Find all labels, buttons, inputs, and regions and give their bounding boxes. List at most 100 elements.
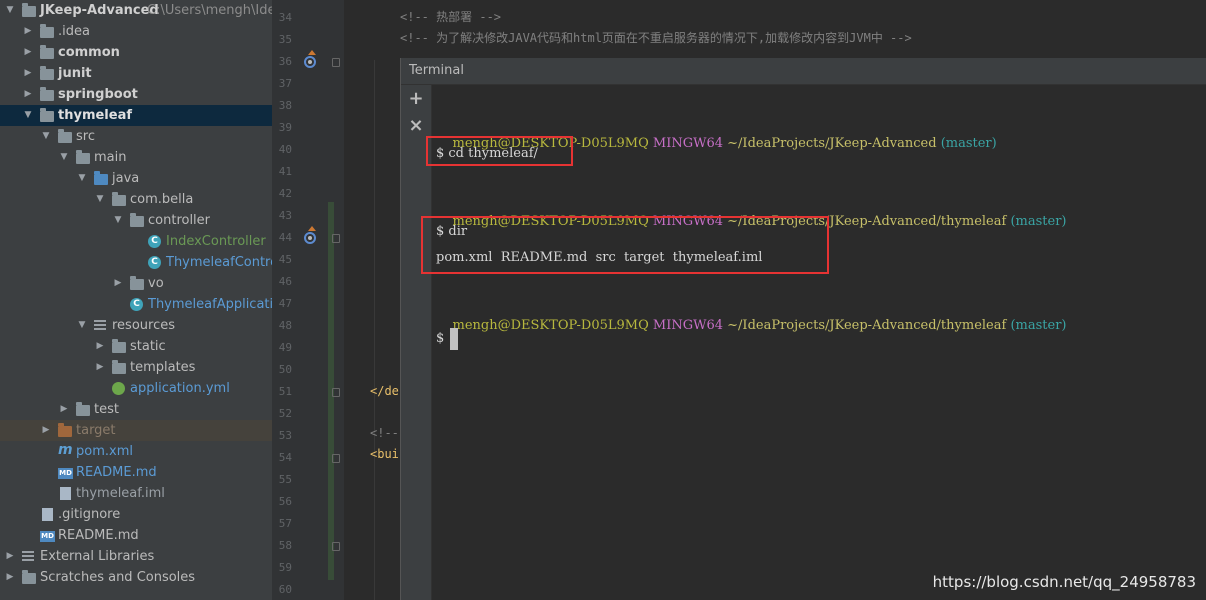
tree-item-idea[interactable]: ▶ .idea xyxy=(0,21,272,42)
chevron-down-icon[interactable]: ▼ xyxy=(40,126,52,147)
tree-item-junit[interactable]: ▶ junit xyxy=(0,63,272,84)
tree-item-label: IndexController xyxy=(166,234,266,249)
tree-item-controller[interactable]: ▼ controller xyxy=(0,210,272,231)
terminal-title: Terminal xyxy=(409,63,464,78)
line-number: 56 xyxy=(278,495,292,508)
tree-item-label: vo xyxy=(148,276,164,291)
tree-item-main[interactable]: ▼ main xyxy=(0,147,272,168)
tree-item-com-bella[interactable]: ▼ com.bella xyxy=(0,189,272,210)
folder-icon xyxy=(112,339,126,353)
chevron-down-icon[interactable]: ▼ xyxy=(22,105,34,126)
code-line-34: <!-- 热部署 --> xyxy=(400,10,502,24)
editor-gutter[interactable]: 34 35 36 37 38 39 40 41 42 43 44 45 46 47 48 49 50 51 52 53… xyxy=(272,0,344,600)
tree-item-scratches[interactable]: ▶ Scratches and Consoles xyxy=(0,567,272,588)
tree-item-java[interactable]: ▼ java xyxy=(0,168,272,189)
fold-marker[interactable] xyxy=(332,234,340,243)
fold-marker[interactable] xyxy=(332,542,340,551)
chevron-down-icon[interactable]: ▼ xyxy=(76,315,88,336)
dependency-icon[interactable] xyxy=(304,56,316,68)
tree-item-label: JKeep-Advanced xyxy=(40,3,159,18)
tree-item-label: springboot xyxy=(58,87,138,102)
project-tree[interactable]: ▼ JKeep-Advanced C:\Users\mengh\Idea ▶ .… xyxy=(0,0,272,600)
tree-item-label: thymeleaf.iml xyxy=(76,486,165,501)
dependency-icon[interactable] xyxy=(304,232,316,244)
tree-item-index-controller[interactable]: C IndexController xyxy=(0,231,272,252)
override-arrow-icon xyxy=(308,50,316,55)
indent-guide xyxy=(374,60,375,600)
line-number: 53 xyxy=(278,429,292,442)
tree-item-thymeleaf-controller[interactable]: C ThymeleafControll xyxy=(0,252,272,273)
tree-item-templates[interactable]: ▶ templates xyxy=(0,357,272,378)
close-session-button[interactable]: × xyxy=(408,117,424,135)
line-number: 55 xyxy=(278,473,292,486)
tree-item-root[interactable]: ▼ JKeep-Advanced C:\Users\mengh\Idea xyxy=(0,0,272,21)
tree-item-label: .gitignore xyxy=(58,507,121,522)
chevron-right-icon[interactable]: ▶ xyxy=(4,546,16,567)
class-icon: C xyxy=(148,256,161,269)
tree-item-test[interactable]: ▶ test xyxy=(0,399,272,420)
fold-marker[interactable] xyxy=(332,454,340,463)
terminal-panel[interactable]: Terminal + × mengh@DESKTOP-D05L9MQ MINGW… xyxy=(400,58,1206,600)
tree-item-external-libraries[interactable]: ▶ External Libraries xyxy=(0,546,272,567)
line-number: 50 xyxy=(278,363,292,376)
line-number: 41 xyxy=(278,165,292,178)
chevron-down-icon[interactable]: ▼ xyxy=(58,147,70,168)
chevron-right-icon[interactable]: ▶ xyxy=(112,273,124,294)
chevron-down-icon[interactable]: ▼ xyxy=(4,0,16,21)
markdown-icon: MD xyxy=(40,531,55,542)
tree-item-gitignore[interactable]: .gitignore xyxy=(0,504,272,525)
chevron-right-icon[interactable]: ▶ xyxy=(94,357,106,378)
tree-item-common[interactable]: ▶ common xyxy=(0,42,272,63)
tree-item-readme-module[interactable]: MD README.md xyxy=(0,462,272,483)
gitignore-icon xyxy=(42,508,53,521)
line-number: 48 xyxy=(278,319,292,332)
tree-item-resources[interactable]: ▼ resources xyxy=(0,315,272,336)
fold-marker[interactable] xyxy=(332,58,340,67)
tree-item-thymeleaf-application[interactable]: C ThymeleafApplication xyxy=(0,294,272,315)
tree-item-label: src xyxy=(76,129,95,144)
prompt-branch: (master) xyxy=(940,136,997,151)
tree-item-label: templates xyxy=(130,360,196,375)
resources-folder-icon xyxy=(94,320,106,332)
tree-item-src[interactable]: ▼ src xyxy=(0,126,272,147)
tree-item-springboot[interactable]: ▶ springboot xyxy=(0,84,272,105)
line-number: 46 xyxy=(278,275,292,288)
tree-item-pom-xml[interactable]: m pom.xml xyxy=(0,441,272,462)
maven-icon: m xyxy=(58,442,73,458)
terminal-header[interactable]: Terminal xyxy=(401,58,1206,85)
chevron-right-icon[interactable]: ▶ xyxy=(4,567,16,588)
tree-item-thymeleaf[interactable]: ▼ thymeleaf xyxy=(0,105,272,126)
chevron-right-icon[interactable]: ▶ xyxy=(40,420,52,441)
tree-item-label: test xyxy=(94,402,119,417)
new-session-button[interactable]: + xyxy=(408,90,424,108)
chevron-right-icon[interactable]: ▶ xyxy=(22,63,34,84)
excluded-folder-icon xyxy=(58,423,72,437)
chevron-down-icon[interactable]: ▼ xyxy=(76,168,88,189)
chevron-right-icon[interactable]: ▶ xyxy=(22,42,34,63)
chevron-right-icon[interactable]: ▶ xyxy=(94,336,106,357)
fold-marker[interactable] xyxy=(332,388,340,397)
tree-item-application-yml[interactable]: application.yml xyxy=(0,378,272,399)
tree-item-readme-root[interactable]: MD README.md xyxy=(0,525,272,546)
tree-item-target[interactable]: ▶ target xyxy=(0,420,272,441)
tree-item-label: common xyxy=(58,45,120,60)
chevron-right-icon[interactable]: ▶ xyxy=(22,84,34,105)
tree-item-label: thymeleaf xyxy=(58,108,133,123)
line-number: 49 xyxy=(278,341,292,354)
highlight-box xyxy=(421,216,829,274)
module-folder-icon xyxy=(40,108,54,122)
chevron-right-icon[interactable]: ▶ xyxy=(22,21,34,42)
tree-item-vo[interactable]: ▶ vo xyxy=(0,273,272,294)
line-number: 57 xyxy=(278,517,292,530)
terminal-input-line[interactable]: $ xyxy=(436,327,459,351)
line-number: 59 xyxy=(278,561,292,574)
chevron-down-icon[interactable]: ▼ xyxy=(94,189,106,210)
line-number: 54 xyxy=(278,451,292,464)
module-folder-icon xyxy=(40,66,54,80)
tree-item-label: controller xyxy=(148,213,211,228)
source-folder-icon xyxy=(94,171,108,185)
chevron-down-icon[interactable]: ▼ xyxy=(112,210,124,231)
tree-item-static[interactable]: ▶ static xyxy=(0,336,272,357)
chevron-right-icon[interactable]: ▶ xyxy=(58,399,70,420)
tree-item-thymeleaf-iml[interactable]: thymeleaf.iml xyxy=(0,483,272,504)
